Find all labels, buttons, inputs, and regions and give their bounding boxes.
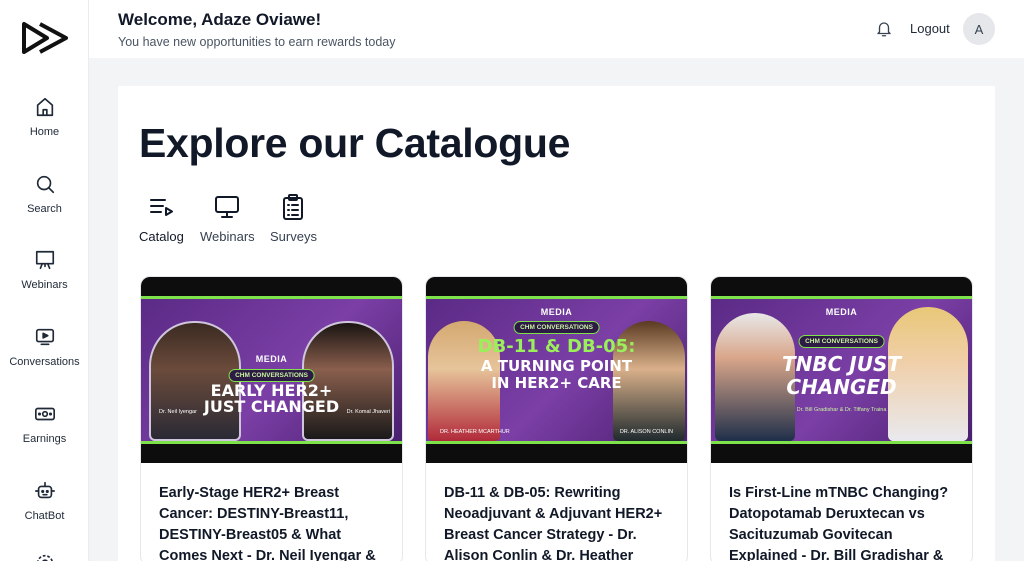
welcome-subtitle: You have new opportunities to earn rewar… [118,35,396,49]
headline-line: A TURNING POINT [480,356,633,375]
sidebar-item-search[interactable]: Search [0,173,89,215]
brand-label: MEDIA [255,354,288,364]
tab-label: Surveys [270,229,317,244]
sidebar-item-conversations[interactable]: Conversations [0,326,89,368]
sidebar-item-label: Search [27,203,62,215]
clipboard-icon [283,194,304,220]
gear-icon [36,554,53,561]
search-icon [36,175,54,194]
avatar[interactable]: A [963,13,995,45]
sidebar-item-webinars[interactable]: Webinars [0,249,89,291]
tab-label: Catalog [139,229,184,244]
sidebar-item-label: Home [29,126,60,138]
series-pill: CHM CONVERSATIONS [513,321,600,334]
thumbnail-headline: DB-11 & DB-05: A TURNING POINT IN HER2+ … [477,336,636,392]
headline-line: JUST CHANGED [203,397,340,416]
thumbnail-artwork: MEDIA CHM CONVERSATIONS DB-11 & DB-05: A… [426,296,687,444]
tab-catalog[interactable]: Catalog [139,193,184,244]
list-play-icon [150,199,174,216]
sidebar-item-label: ChatBot [24,510,65,522]
thumbnail-artwork: MEDIA CHM CONVERSATIONS TNBC JUST CHANGE… [711,296,972,444]
caption-left: Dr. Neil Iyengar [159,409,197,415]
card-thumbnail: MEDIA CHM CONVERSATIONS DB-11 & DB-05: A… [426,277,687,463]
page-title: Explore our Catalogue [139,120,571,166]
brand-label: MEDIA [540,307,573,317]
card-title: Early-Stage HER2+ Breast Cancer: DESTINY… [159,485,376,561]
thumbnail-artwork: MEDIA CHM CONVERSATIONS EARLY HER2+ JUST… [141,296,402,444]
home-icon [36,97,53,117]
headline-line: TNBC JUST [782,352,901,376]
series-pill: CHM CONVERSATIONS [798,335,885,348]
catalog-card[interactable]: MEDIA CHM CONVERSATIONS EARLY HER2+ JUST… [140,276,403,561]
card-thumbnail: MEDIA CHM CONVERSATIONS TNBC JUST CHANGE… [711,277,972,463]
thumbnail-headline: TNBC JUST CHANGED [782,353,901,399]
headline-line: CHANGED [786,375,897,399]
card-title: Is First-Line mTNBC Changing? Datopotama… [729,485,949,561]
catalog-card[interactable]: MEDIA CHM CONVERSATIONS TNBC JUST CHANGE… [710,276,973,561]
thumbnail-headline: EARLY HER2+ JUST CHANGED [204,383,339,415]
bell-icon[interactable] [875,20,893,38]
catalog-card[interactable]: MEDIA CHM CONVERSATIONS DB-11 & DB-05: A… [425,276,688,561]
welcome-heading: Welcome, Adaze Oviawe! [118,10,322,29]
monitor-icon [215,196,240,218]
headline-line: DB-11 & DB-05: [477,336,636,357]
sidebar-item-settings[interactable] [0,552,89,561]
tab-surveys[interactable]: Surveys [270,193,317,244]
headline-line: IN HER2+ CARE [491,373,622,392]
sidebar-item-chatbot[interactable]: ChatBot [0,480,89,522]
sidebar: Home Search Webinars Conversations Earni… [0,0,89,561]
sidebar-item-label: Webinars [21,279,68,291]
caption-right: Dr. Komal Jhaveri [346,409,390,415]
presentation-icon [35,250,54,270]
money-icon [34,407,55,421]
brand-label: MEDIA [825,307,858,317]
caption-center: Dr. Bill Gradishar & Dr. Tiffany Traina [796,407,887,413]
bot-icon [34,481,55,499]
caption-left: DR. HEATHER MCARTHUR [440,429,510,435]
sidebar-item-label: Earnings [22,433,67,445]
card-title: DB-11 & DB-05: Rewriting Neoadjuvant & A… [444,485,663,561]
video-play-icon [35,328,54,346]
logout-button[interactable]: Logout [910,21,950,36]
tab-label: Webinars [200,229,255,244]
caption-right: DR. ALISON CONLIN [619,429,673,435]
sidebar-item-label: Conversations [9,356,80,368]
tab-webinars[interactable]: Webinars [200,193,255,244]
sidebar-item-home[interactable]: Home [0,96,89,138]
app-logo-icon[interactable] [20,20,70,56]
card-thumbnail: MEDIA CHM CONVERSATIONS EARLY HER2+ JUST… [141,277,402,463]
sidebar-item-earnings[interactable]: Earnings [0,403,89,445]
top-bar: Welcome, Adaze Oviawe! You have new oppo… [89,0,1024,58]
